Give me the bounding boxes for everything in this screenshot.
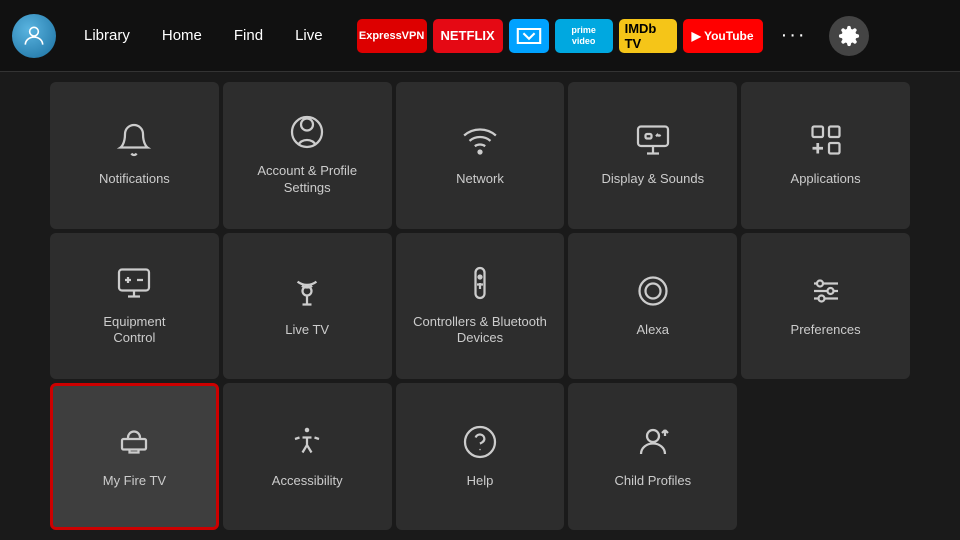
accessibility-tile[interactable]: Accessibility	[223, 383, 392, 530]
controllers-bluetooth-tile[interactable]: Controllers & BluetoothDevices	[396, 233, 565, 380]
fire-tv-icon	[116, 424, 152, 465]
applications-label: Applications	[791, 171, 861, 188]
expressvpn-app[interactable]: ExpressVPN	[357, 19, 427, 53]
account-profile-tile[interactable]: Account & ProfileSettings	[223, 82, 392, 229]
child-profiles-icon	[635, 424, 671, 465]
person-circle-icon	[289, 114, 325, 155]
controllers-bluetooth-label: Controllers & BluetoothDevices	[413, 314, 547, 348]
display-sounds-tile[interactable]: Display & Sounds	[568, 82, 737, 229]
wifi-icon	[462, 122, 498, 163]
notifications-tile[interactable]: Notifications	[50, 82, 219, 229]
account-profile-label: Account & ProfileSettings	[257, 163, 357, 197]
settings-button[interactable]	[829, 16, 869, 56]
nav-live[interactable]: Live	[281, 21, 337, 50]
alexa-icon	[635, 273, 671, 314]
accessibility-label: Accessibility	[272, 473, 343, 490]
empty-cell	[741, 383, 910, 530]
preferences-label: Preferences	[791, 322, 861, 339]
display-sound-icon	[635, 122, 671, 163]
help-tile[interactable]: Help	[396, 383, 565, 530]
user-avatar[interactable]	[12, 14, 56, 58]
child-profiles-label: Child Profiles	[614, 473, 691, 490]
settings-grid: Notifications Account & ProfileSettings …	[0, 72, 960, 540]
nav-links: Library Home Find Live	[70, 21, 337, 50]
network-tile[interactable]: Network	[396, 82, 565, 229]
my-fire-tv-label: My Fire TV	[103, 473, 166, 490]
app-shortcuts: ExpressVPN NETFLIX prime video IMDb TV ▶…	[357, 19, 763, 53]
equipment-control-tile[interactable]: EquipmentControl	[50, 233, 219, 380]
display-sounds-label: Display & Sounds	[601, 171, 704, 188]
freevee-app[interactable]	[509, 19, 549, 53]
applications-tile[interactable]: Applications	[741, 82, 910, 229]
bell-icon	[116, 122, 152, 163]
network-label: Network	[456, 171, 504, 188]
child-profiles-tile[interactable]: Child Profiles	[568, 383, 737, 530]
nav-home[interactable]: Home	[148, 21, 216, 50]
notifications-label: Notifications	[99, 171, 170, 188]
help-icon	[462, 424, 498, 465]
help-label: Help	[467, 473, 494, 490]
accessibility-icon	[289, 424, 325, 465]
more-apps-button[interactable]: ···	[773, 20, 815, 51]
alexa-label: Alexa	[637, 322, 670, 339]
my-fire-tv-tile[interactable]: My Fire TV	[50, 383, 219, 530]
live-tv-tile[interactable]: Live TV	[223, 233, 392, 380]
imdb-app[interactable]: IMDb TV	[619, 19, 677, 53]
sliders-icon	[808, 273, 844, 314]
apps-icon	[808, 122, 844, 163]
remote-icon	[462, 265, 498, 306]
alexa-tile[interactable]: Alexa	[568, 233, 737, 380]
top-navigation: Library Home Find Live ExpressVPN NETFLI…	[0, 0, 960, 72]
preferences-tile[interactable]: Preferences	[741, 233, 910, 380]
youtube-app[interactable]: ▶ YouTube	[683, 19, 763, 53]
equipment-control-label: EquipmentControl	[103, 314, 165, 348]
nav-library[interactable]: Library	[70, 21, 144, 50]
monitor-icon	[116, 265, 152, 306]
live-tv-label: Live TV	[285, 322, 329, 339]
nav-find[interactable]: Find	[220, 21, 277, 50]
netflix-app[interactable]: NETFLIX	[433, 19, 503, 53]
antenna-icon	[289, 273, 325, 314]
prime-video-app[interactable]: prime video	[555, 19, 613, 53]
